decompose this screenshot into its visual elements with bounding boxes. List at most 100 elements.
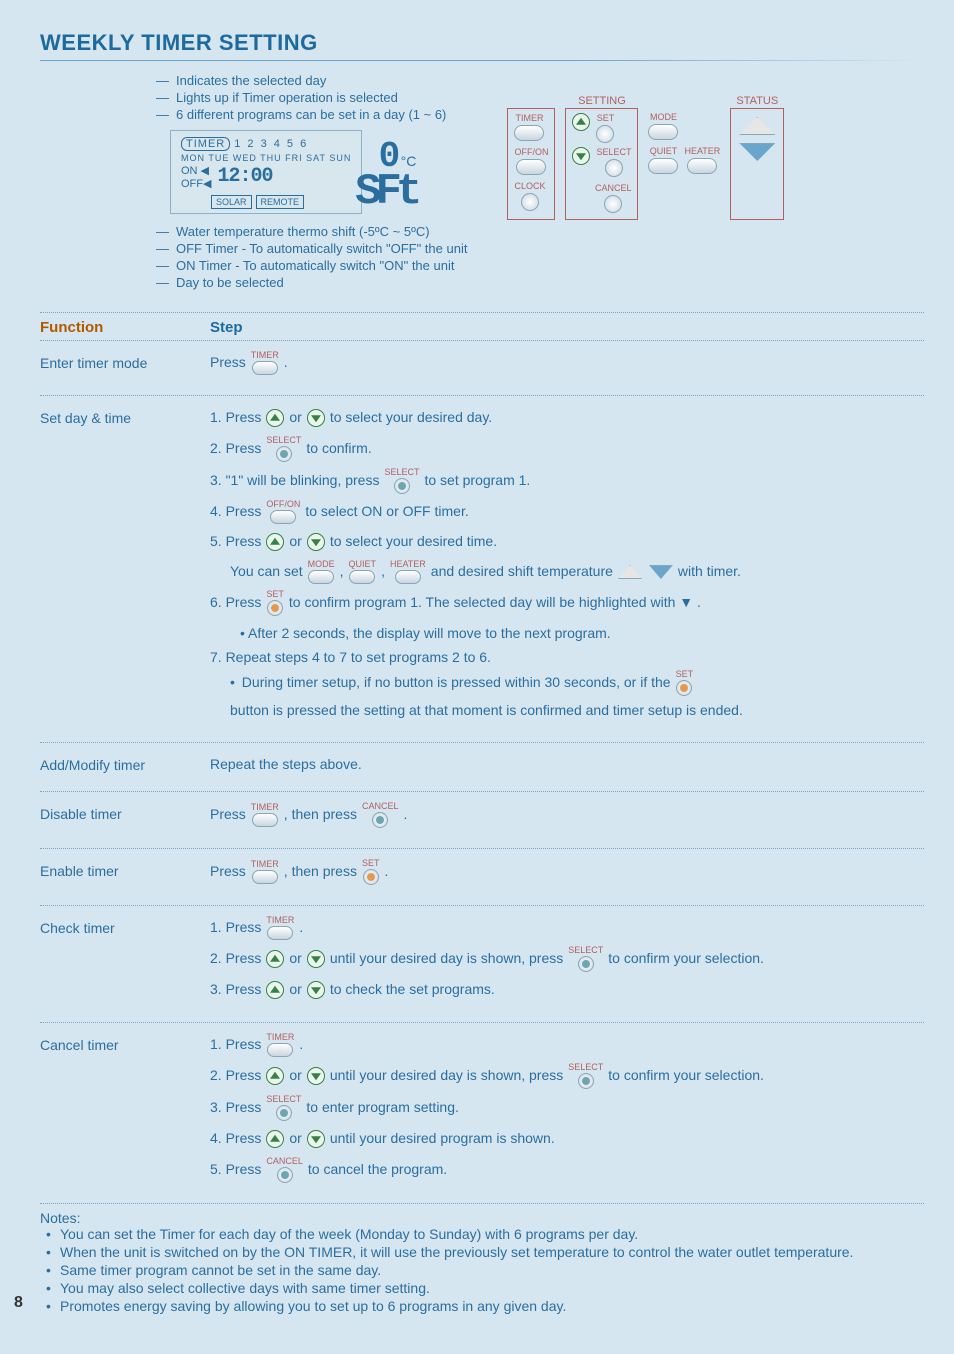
icon-label: SET [266, 590, 284, 599]
divider [40, 791, 924, 792]
select-icon [276, 446, 292, 462]
step-text: 3. "1" will be blinking, press [210, 469, 379, 493]
divider [40, 312, 924, 313]
function-name: Enter timer mode [40, 351, 210, 371]
select-button[interactable] [605, 159, 623, 177]
step-text: 3. Press [210, 1096, 261, 1120]
step-text: 2. Press [210, 1064, 261, 1088]
step-text: During timer setup, if no button is pres… [242, 671, 671, 695]
timer-icon [252, 361, 278, 375]
timer-button[interactable] [514, 125, 544, 141]
icon-label: TIMER [251, 803, 279, 812]
function-name: Cancel timer [40, 1033, 210, 1053]
row-cancel-timer: Cancel timer 1. Press TIMER . 2. Press o… [40, 1027, 924, 1199]
table-header: Function Step [40, 319, 924, 336]
tri-up-icon [618, 565, 642, 579]
step-text: 5. Press [210, 1158, 261, 1182]
panel-setting-group: SETTING SET SELECT CANCEL [565, 108, 638, 220]
callout: OFF Timer - To automatically switch "OFF… [156, 241, 467, 256]
panel-title-setting: SETTING [574, 95, 630, 107]
mode-button[interactable] [648, 124, 678, 140]
timer-icon [252, 813, 278, 827]
timer-icon [267, 1043, 293, 1057]
panel-label-cancel: CANCEL [595, 183, 632, 193]
up-icon [266, 1130, 284, 1148]
step-text: 4. Press [210, 1127, 261, 1151]
callout: Indicates the selected day [156, 73, 467, 88]
step-text: until your desired program is shown. [330, 1127, 555, 1151]
function-name: Check timer [40, 916, 210, 936]
down-icon [307, 1067, 325, 1085]
panel-label-offon: OFF/ON [514, 147, 548, 157]
up-icon [266, 1067, 284, 1085]
step-text: to set program 1. [424, 469, 530, 493]
panel-label-quiet: QUIET [650, 146, 678, 156]
step-text: 7. Repeat steps 4 to 7 to set programs 2… [210, 646, 924, 670]
heater-icon [395, 570, 421, 584]
icon-label: SET [362, 859, 380, 868]
step-text: to enter program setting. [306, 1096, 459, 1120]
step-text: . [384, 860, 388, 884]
note-item: You may also select collective days with… [40, 1280, 924, 1296]
heater-button[interactable] [687, 158, 717, 174]
row-set-day-time: Set day & time 1. Press or to select you… [40, 400, 924, 738]
down-button[interactable] [572, 147, 590, 165]
lcd-solar: SOLAR [211, 195, 252, 209]
up-icon [266, 409, 284, 427]
clock-button[interactable] [521, 193, 539, 211]
top-diagram: Indicates the selected day Lights up if … [40, 73, 924, 292]
cancel-icon [277, 1167, 293, 1183]
panel-label-heater: HEATER [684, 146, 720, 156]
panel-label-select: SELECT [596, 147, 631, 157]
lcd-display: TIMER 1 2 3 4 5 6 MON TUE WED THU FRI SA… [170, 130, 362, 214]
callout: Day to be selected [156, 275, 467, 290]
step-text: . [284, 351, 288, 375]
step-text: until your desired day is shown, press [330, 947, 563, 971]
offon-button[interactable] [516, 159, 546, 175]
set-button[interactable] [596, 125, 614, 143]
step-text: or [289, 947, 301, 971]
note-item: You can set the Timer for each day of th… [40, 1226, 924, 1242]
step-text: Press [210, 803, 246, 827]
icon-label: HEATER [390, 560, 426, 569]
icon-label: CANCEL [266, 1157, 303, 1166]
status-down-button[interactable] [739, 143, 775, 161]
step-text: or [289, 1064, 301, 1088]
col-step: Step [210, 319, 924, 336]
timer-icon [267, 926, 293, 940]
step-text: or [289, 530, 301, 554]
panel-mode-group: MODE QUIET HEATER [648, 108, 720, 220]
quiet-button[interactable] [648, 158, 678, 174]
heading-underline [40, 60, 924, 61]
step-text: to cancel the program. [308, 1158, 447, 1182]
panel-label-timer: TIMER [515, 113, 543, 123]
down-icon [307, 981, 325, 999]
bullet: • [230, 671, 239, 695]
step-text: , [340, 560, 344, 584]
callout: ON Timer - To automatically switch "ON" … [156, 258, 467, 273]
callout: 6 different programs can be set in a day… [156, 107, 467, 122]
step-text: or [289, 1127, 301, 1151]
row-add-modify: Add/Modify timer Repeat the steps above. [40, 747, 924, 787]
divider [40, 742, 924, 743]
notes-title: Notes: [40, 1210, 924, 1226]
up-button[interactable] [572, 113, 590, 131]
icon-label: SELECT [568, 946, 603, 955]
icon-label: TIMER [266, 916, 294, 925]
row-check-timer: Check timer 1. Press TIMER . 2. Press or… [40, 910, 924, 1018]
set-icon [363, 869, 379, 885]
lcd-remote: REMOTE [256, 195, 305, 209]
step-text: . [403, 803, 407, 827]
cancel-button[interactable] [604, 195, 622, 213]
step-text: or [289, 406, 301, 430]
step-bullet: After 2 seconds, the display will move t… [210, 622, 924, 646]
col-function: Function [40, 319, 210, 336]
notes-section: Notes: You can set the Timer for each da… [40, 1210, 924, 1314]
set-icon [676, 680, 692, 696]
note-item: Promotes energy saving by allowing you t… [40, 1298, 924, 1314]
quiet-icon [349, 570, 375, 584]
status-up-button[interactable] [739, 117, 775, 135]
step-text: 5. Press [210, 530, 261, 554]
lcd-timer-label: TIMER [181, 137, 230, 151]
step-text: or [289, 978, 301, 1002]
